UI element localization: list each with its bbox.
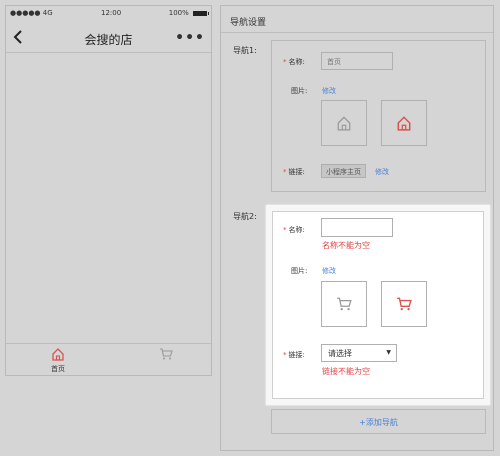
battery-percent: 100%	[168, 9, 189, 17]
nav1-name-label-text: 名称:	[288, 58, 305, 66]
nav1-image-label: 图片:	[291, 87, 308, 95]
nav1-image-edit-link[interactable]: 修改	[322, 86, 336, 96]
phone-preview: ●●●●● 4G 12:00 100% 会搜的店 ••• 首页	[5, 5, 212, 376]
panel-header: 导航设置	[221, 6, 493, 33]
home-icon	[337, 116, 351, 131]
nav2-link-select[interactable]: 请选择 ▼	[321, 344, 397, 362]
cart-icon	[337, 297, 352, 311]
phone-tabbar: 首页	[6, 343, 211, 377]
tab-home[interactable]: 首页	[28, 347, 88, 374]
status-bar: ●●●●● 4G 12:00 100%	[6, 6, 211, 20]
nav2-image-label: 图片:	[291, 267, 308, 275]
tab-home-label: 首页	[51, 365, 65, 373]
nav1-name-label: * 名称:	[283, 57, 305, 67]
nav1-link-edit-link[interactable]: 修改	[375, 167, 389, 177]
nav2-link-select-value: 请选择	[328, 349, 352, 358]
nav2-name-error: 名称不能为空	[322, 241, 370, 250]
nav2-link-label: * 链接:	[283, 350, 305, 360]
nav1-image-inactive[interactable]	[321, 100, 367, 146]
cart-icon	[397, 297, 412, 311]
required-marker: *	[283, 168, 287, 176]
battery-icon	[193, 10, 209, 16]
required-marker: *	[283, 351, 287, 359]
nav1-link-value: 小程序主页	[321, 164, 366, 178]
nav2-label: 导航2:	[233, 212, 257, 221]
more-icon[interactable]: •••	[175, 31, 205, 45]
home-icon	[52, 348, 64, 361]
status-time: 12:00	[101, 9, 122, 17]
nav2-link-label-text: 链接:	[288, 351, 305, 359]
nav2-name-label: * 名称:	[283, 225, 305, 235]
required-marker: *	[283, 226, 287, 234]
nav2-name-input[interactable]	[321, 218, 393, 237]
status-battery: 100%	[168, 9, 209, 17]
nav1-link-label: * 链接:	[283, 167, 305, 177]
nav2-image-edit-link[interactable]: 修改	[322, 266, 336, 276]
nav2-image-active[interactable]	[381, 281, 427, 327]
nav2-image-inactive[interactable]	[321, 281, 367, 327]
required-marker: *	[283, 58, 287, 66]
add-nav-button[interactable]: +添加导航	[271, 409, 486, 434]
nav1-image-active[interactable]	[381, 100, 427, 146]
nav1-link-label-text: 链接:	[288, 168, 305, 176]
nav2-link-error: 链接不能为空	[322, 367, 370, 376]
status-carrier: ●●●●● 4G	[10, 9, 53, 17]
chevron-down-icon: ▼	[386, 349, 391, 356]
cart-icon	[160, 348, 173, 360]
phone-title-bar: 会搜的店 •••	[6, 22, 211, 53]
nav1-name-input[interactable]: 首页	[321, 52, 393, 70]
home-icon	[397, 116, 411, 131]
nav1-label: 导航1:	[233, 46, 257, 55]
nav2-name-label-text: 名称:	[288, 226, 305, 234]
tab-cart[interactable]	[136, 347, 196, 364]
